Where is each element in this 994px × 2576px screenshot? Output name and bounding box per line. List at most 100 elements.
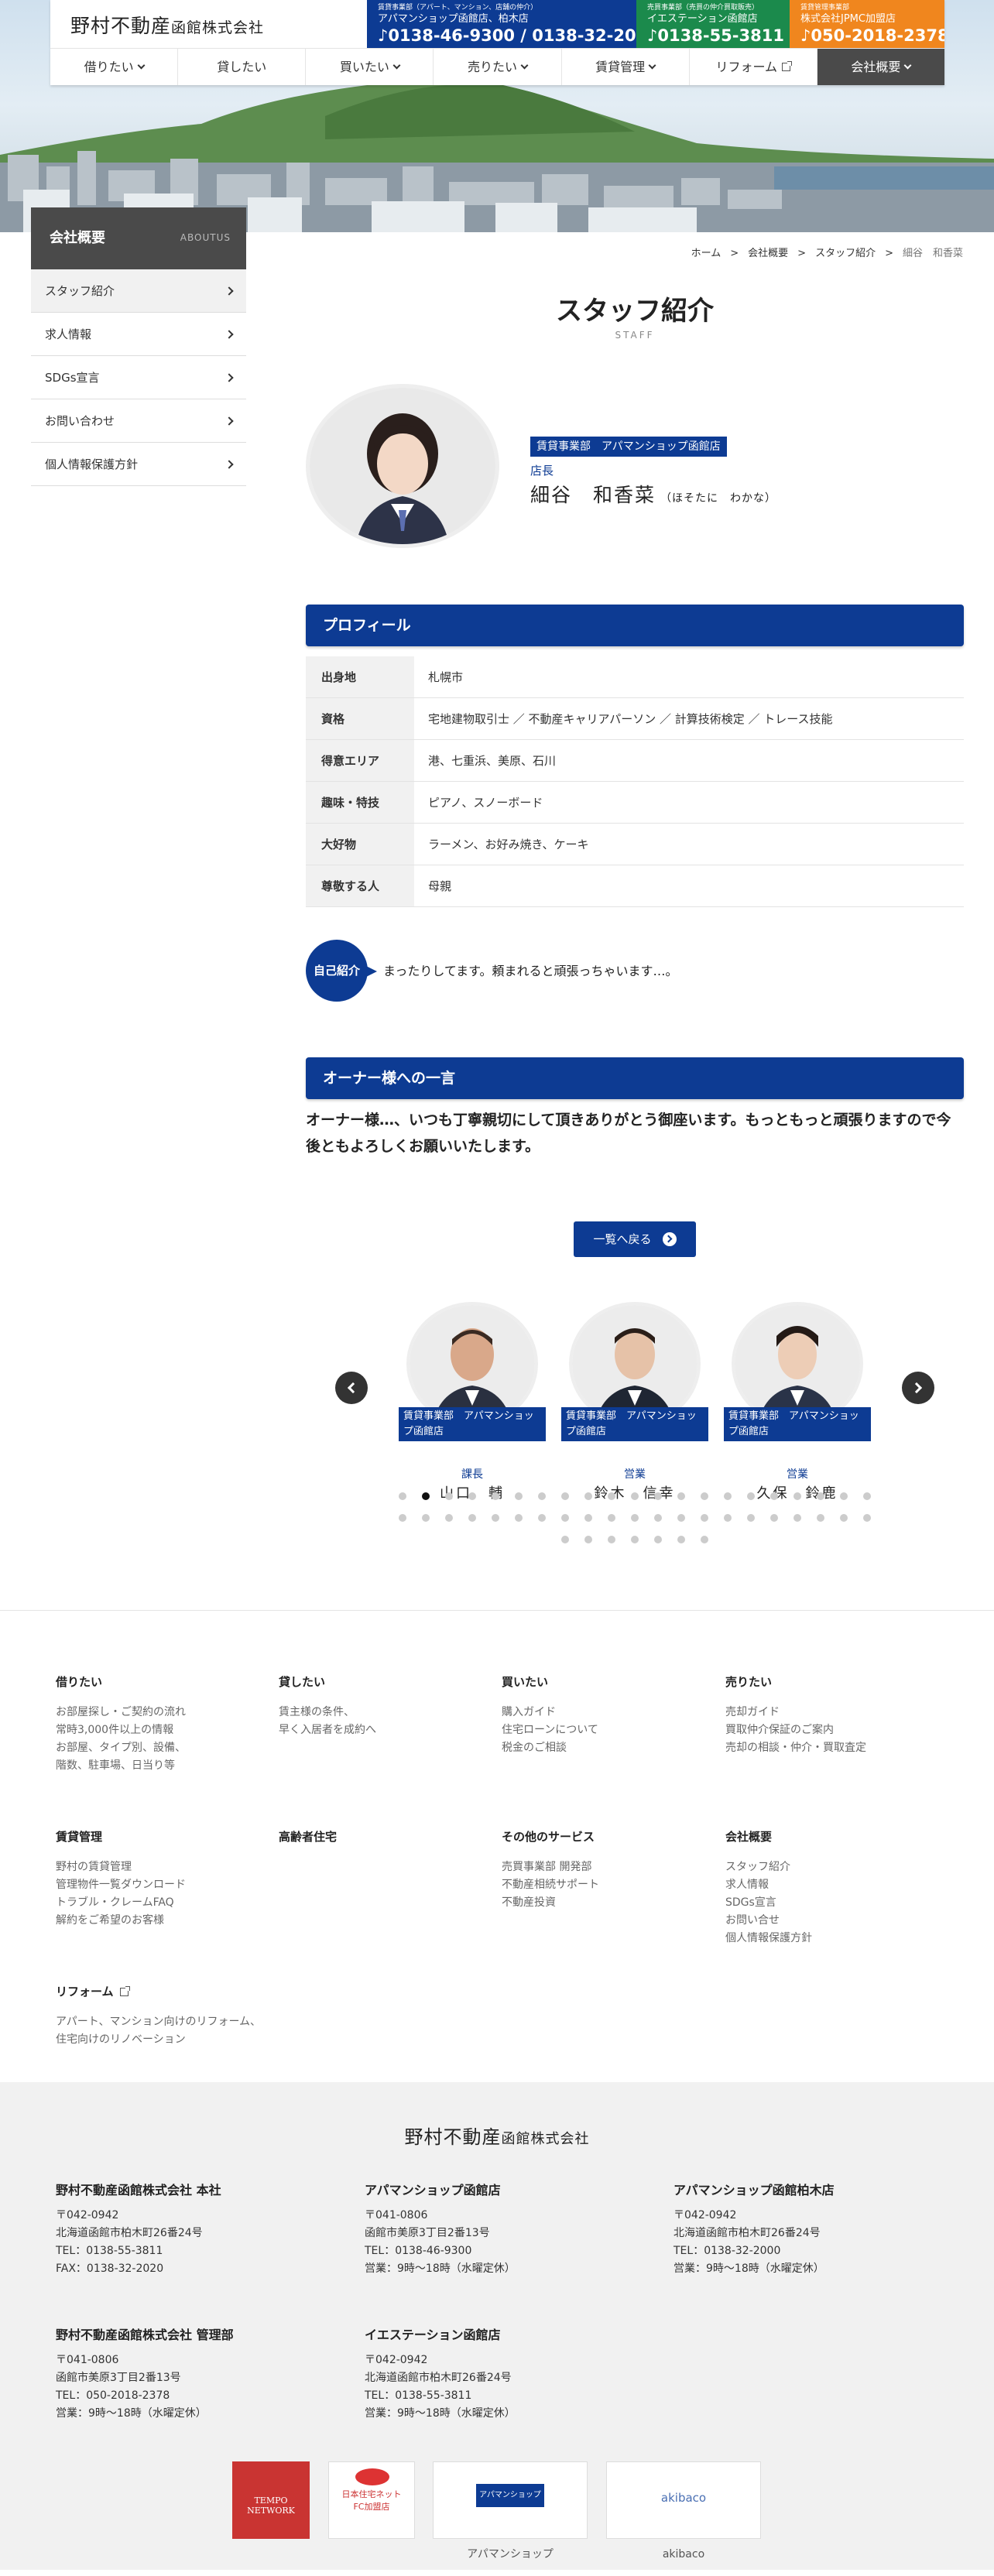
- footer-menu-link[interactable]: 税金のご相談: [502, 1739, 718, 1757]
- footer-menu-link[interactable]: お部屋、タイプ別、設備、: [56, 1739, 272, 1757]
- carousel-dot[interactable]: [468, 1492, 476, 1500]
- carousel-dot[interactable]: [677, 1514, 685, 1522]
- carousel-dot[interactable]: [793, 1492, 801, 1500]
- carousel-dot[interactable]: [770, 1492, 778, 1500]
- carousel-dot[interactable]: [840, 1514, 848, 1522]
- carousel-dot[interactable]: [863, 1492, 871, 1500]
- carousel-dot[interactable]: [701, 1492, 708, 1500]
- carousel-dot[interactable]: [538, 1514, 546, 1522]
- carousel-dot[interactable]: [770, 1514, 778, 1522]
- carousel-dot[interactable]: [561, 1514, 569, 1522]
- footer-menu-link[interactable]: 売却の相談・仲介・買取査定: [725, 1739, 942, 1757]
- carousel-dot[interactable]: [701, 1536, 708, 1543]
- back-to-list-button[interactable]: 一覧へ戻る: [574, 1221, 696, 1257]
- carousel-dot[interactable]: [422, 1514, 430, 1522]
- sidebar-item-sdgs[interactable]: SDGs宣言: [31, 356, 246, 399]
- footer-menu-link[interactable]: 解約をご希望のお客様: [56, 1912, 272, 1930]
- carousel-dot[interactable]: [608, 1536, 615, 1543]
- footer-menu-link[interactable]: 常時3,000件以上の情報: [56, 1721, 272, 1739]
- footer-menu-title[interactable]: 貸したい: [279, 1673, 495, 1691]
- breadcrumb-staff[interactable]: スタッフ紹介: [815, 246, 876, 262]
- carousel-dot[interactable]: [399, 1514, 406, 1522]
- footer-menu-link[interactable]: 不動産相続サポート: [502, 1876, 718, 1894]
- footer-menu-link[interactable]: 買取仲介保証のご案内: [725, 1721, 942, 1739]
- carousel-dot[interactable]: [538, 1492, 546, 1500]
- carousel-dot[interactable]: [677, 1536, 685, 1543]
- staff-card[interactable]: 賃貸事業部 アパマンショップ函館店 営業 久保 鈴鹿: [724, 1302, 871, 1506]
- footer-menu-link[interactable]: 個人情報保護方針: [725, 1930, 942, 1947]
- carousel-dot[interactable]: [654, 1536, 662, 1543]
- carousel-dot[interactable]: [608, 1492, 615, 1500]
- carousel-dot[interactable]: [631, 1492, 639, 1500]
- banner-apamanshop[interactable]: アパマンショップ アパマンショップ: [433, 2461, 588, 2561]
- carousel-dot[interactable]: [584, 1514, 592, 1522]
- carousel-dot[interactable]: [468, 1514, 476, 1522]
- carousel-dot[interactable]: [399, 1492, 406, 1500]
- footer-menu-link[interactable]: 売却ガイド: [725, 1704, 942, 1721]
- carousel-next-button[interactable]: [902, 1372, 934, 1404]
- carousel-dot[interactable]: [724, 1492, 732, 1500]
- carousel-dot[interactable]: [584, 1492, 592, 1500]
- footer-menu-title[interactable]: その他のサービス: [502, 1828, 718, 1846]
- footer-menu-link[interactable]: 管理物件一覧ダウンロード: [56, 1876, 272, 1894]
- carousel-dot[interactable]: [817, 1492, 824, 1500]
- carousel-dot[interactable]: [747, 1514, 755, 1522]
- footer-menu-link[interactable]: スタッフ紹介: [725, 1858, 942, 1876]
- footer-menu-link[interactable]: 階数、駐車場、日当り等: [56, 1757, 272, 1775]
- sidebar-item-privacy[interactable]: 個人情報保護方針: [31, 443, 246, 486]
- carousel-dot[interactable]: [515, 1514, 523, 1522]
- carousel-dot[interactable]: [561, 1536, 569, 1543]
- footer-menu-title[interactable]: 高齢者住宅: [279, 1828, 495, 1846]
- footer-menu-title[interactable]: 会社概要: [725, 1828, 942, 1846]
- carousel-dot[interactable]: [445, 1492, 453, 1500]
- carousel-dot[interactable]: [492, 1492, 499, 1500]
- staff-card[interactable]: 賃貸事業部 アパマンショップ函館店 営業 鈴木 信幸: [561, 1302, 708, 1506]
- footer-menu-title[interactable]: 買いたい: [502, 1673, 718, 1691]
- footer-menu-link[interactable]: 住宅ローンについて: [502, 1721, 718, 1739]
- footer-menu-link[interactable]: 住宅向けのリノベーション: [56, 2031, 272, 2049]
- footer-menu-title[interactable]: リフォーム: [56, 1982, 272, 2001]
- carousel-dot[interactable]: [608, 1514, 615, 1522]
- carousel-dot[interactable]: [654, 1514, 662, 1522]
- carousel-prev-button[interactable]: [335, 1372, 368, 1404]
- footer-menu-title[interactable]: 賃貸管理: [56, 1828, 272, 1846]
- sidebar-item-recruit[interactable]: 求人情報: [31, 313, 246, 356]
- footer-menu-link[interactable]: 売買事業部 開発部: [502, 1858, 718, 1876]
- sidebar-item-staff[interactable]: スタッフ紹介: [31, 269, 246, 313]
- carousel-dot[interactable]: [584, 1536, 592, 1543]
- footer-menu-link[interactable]: 野村の賃貸管理: [56, 1858, 272, 1876]
- carousel-dot[interactable]: [631, 1536, 639, 1543]
- banner-nihon-jutaku-net[interactable]: 日本住宅ネット FC加盟店: [328, 2461, 415, 2539]
- footer-menu-link[interactable]: 不動産投資: [502, 1894, 718, 1912]
- footer-menu-link[interactable]: お部屋探し・ご契約の流れ: [56, 1704, 272, 1721]
- footer-menu-link[interactable]: 購入ガイド: [502, 1704, 718, 1721]
- footer-menu-link[interactable]: お問い合せ: [725, 1912, 942, 1930]
- banner-akibaco[interactable]: akibaco akibaco: [606, 2461, 761, 2561]
- carousel-dot[interactable]: [631, 1514, 639, 1522]
- carousel-dot[interactable]: [422, 1492, 430, 1500]
- breadcrumb-company[interactable]: 会社概要: [748, 246, 788, 262]
- carousel-dot[interactable]: [863, 1514, 871, 1522]
- footer-menu-link[interactable]: 求人情報: [725, 1876, 942, 1894]
- breadcrumb-home[interactable]: ホーム: [691, 246, 722, 262]
- footer-menu-link[interactable]: 早く入居者を成約へ: [279, 1721, 495, 1739]
- carousel-dot[interactable]: [701, 1514, 708, 1522]
- banner-tempo-network[interactable]: TEMPO NETWORK: [232, 2461, 310, 2539]
- carousel-dot[interactable]: [747, 1492, 755, 1500]
- carousel-dot[interactable]: [817, 1514, 824, 1522]
- carousel-dot[interactable]: [793, 1514, 801, 1522]
- carousel-dot[interactable]: [492, 1514, 499, 1522]
- carousel-dot[interactable]: [724, 1514, 732, 1522]
- carousel-dot[interactable]: [677, 1492, 685, 1500]
- sidebar-item-contact[interactable]: お問い合わせ: [31, 399, 246, 443]
- footer-menu-title[interactable]: 借りたい: [56, 1673, 272, 1691]
- carousel-dot[interactable]: [561, 1492, 569, 1500]
- carousel-dot[interactable]: [445, 1514, 453, 1522]
- carousel-dot[interactable]: [840, 1492, 848, 1500]
- footer-menu-title[interactable]: 売りたい: [725, 1673, 942, 1691]
- carousel-dot[interactable]: [515, 1492, 523, 1500]
- footer-logo[interactable]: 野村不動産函館株式会社: [0, 2122, 994, 2152]
- footer-menu-link[interactable]: 賃主様の条件、: [279, 1704, 495, 1721]
- carousel-dot[interactable]: [654, 1492, 662, 1500]
- footer-menu-link[interactable]: アパート、マンション向けのリフォーム、: [56, 2013, 272, 2031]
